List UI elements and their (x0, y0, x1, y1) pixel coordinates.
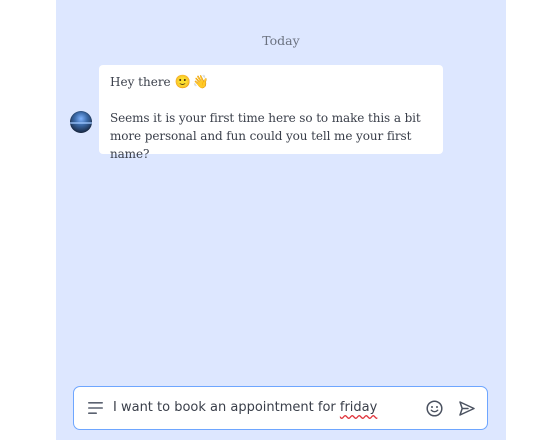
bot-avatar (70, 111, 92, 133)
chat-window: Today Hey there 🙂 👋 Seems it is your fir… (56, 0, 506, 440)
message-bubble: Hey there 🙂 👋 Seems it is your first tim… (99, 65, 443, 161)
message-input-text: I want to book an appointment for (113, 400, 340, 415)
smiling-face-emoji: 🙂 (174, 74, 191, 90)
message-input[interactable]: I want to book an appointment for friday (113, 398, 413, 418)
message-greeting: Hey there (110, 75, 171, 89)
menu-icon[interactable] (88, 402, 103, 414)
misspelled-word: friday (339, 400, 378, 415)
waving-hand-emoji: 👋 (192, 74, 210, 90)
message-composer: I want to book an appointment for friday (73, 386, 488, 430)
date-divider: Today (262, 33, 300, 48)
message-greeting-line: Hey there 🙂 👋 (110, 73, 431, 91)
send-icon[interactable] (458, 400, 476, 417)
smiley-icon[interactable] (426, 400, 443, 417)
message-text: Seems it is your first time here so to m… (110, 111, 421, 161)
